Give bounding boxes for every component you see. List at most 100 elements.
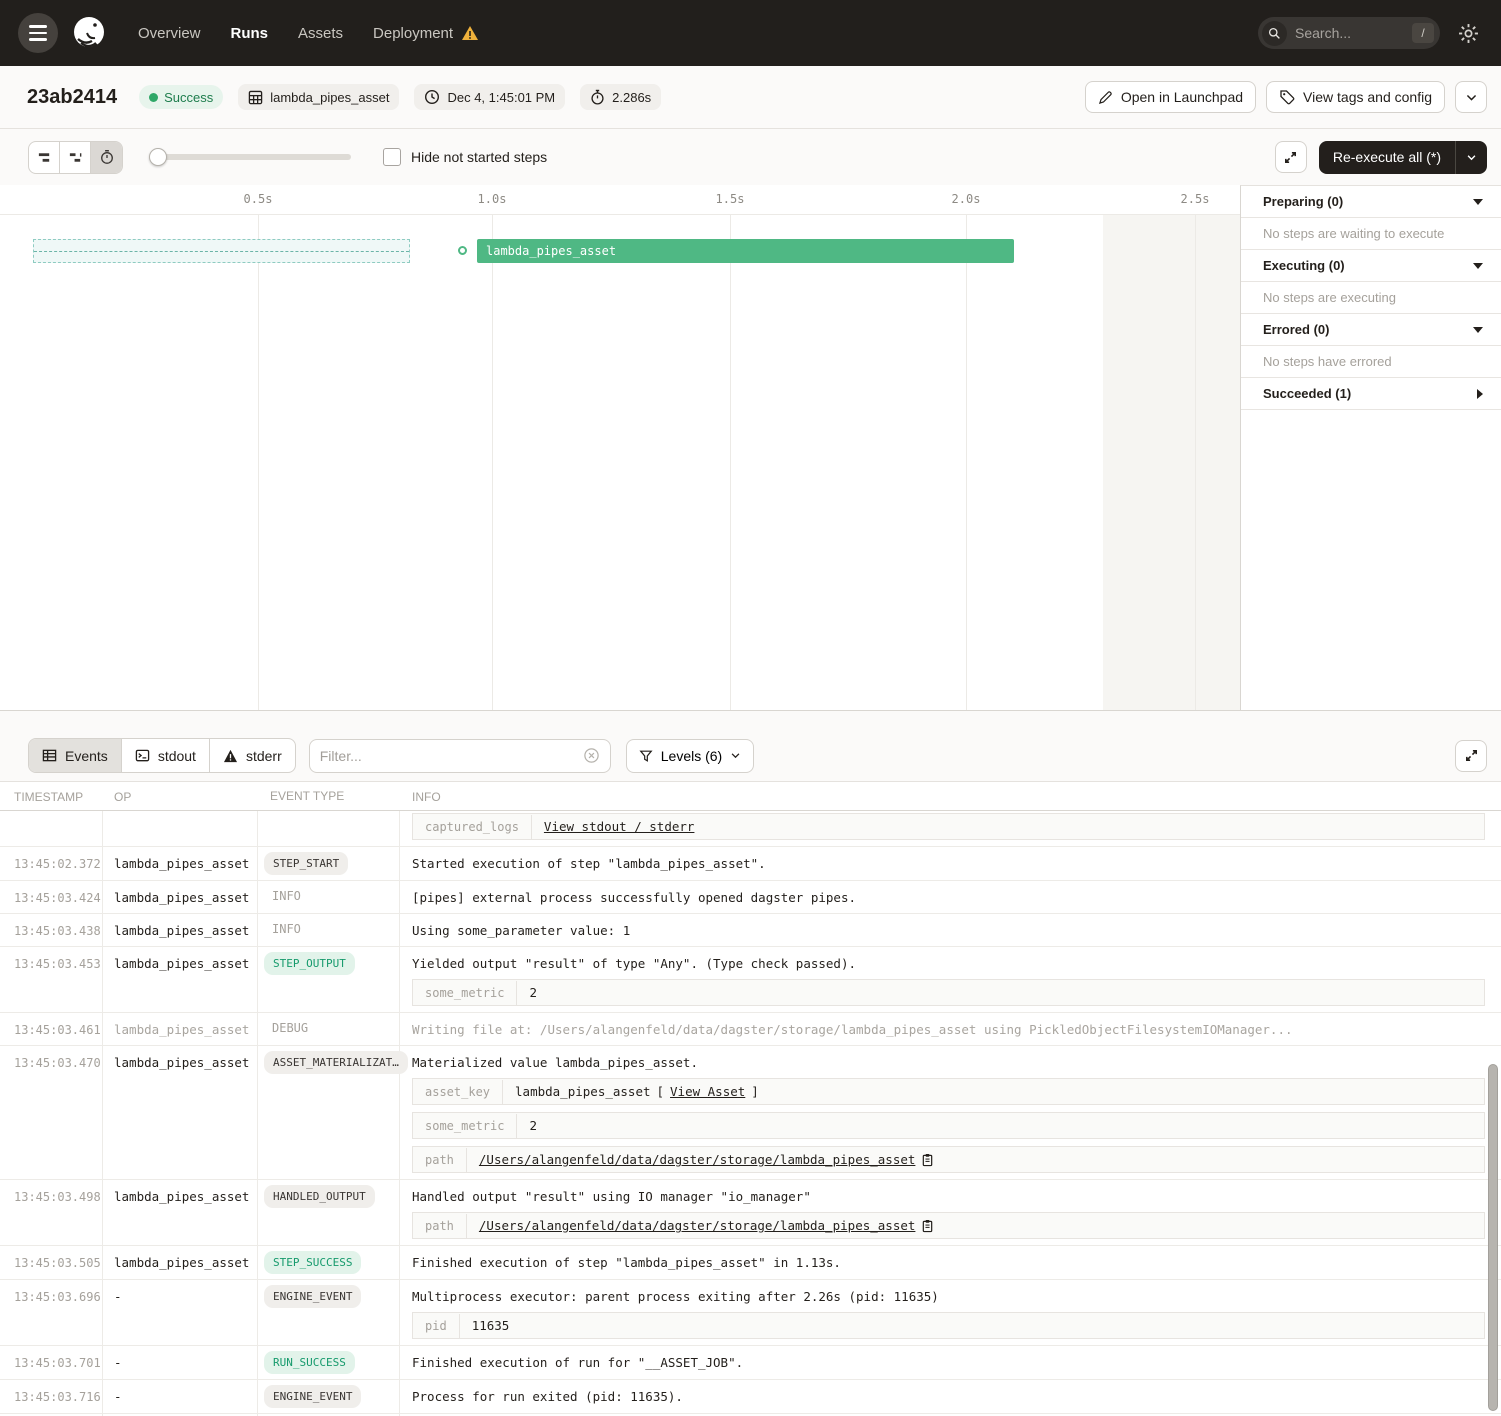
tab-stderr[interactable]: stderr — [210, 739, 295, 772]
search-input[interactable] — [1287, 25, 1412, 41]
gantt-chart[interactable]: lambda_pipes_asset — [0, 215, 1240, 710]
col-header-info: INFO — [400, 782, 1501, 810]
tick-label: 2.5s — [1181, 192, 1210, 206]
log-filter-field[interactable] — [309, 739, 611, 773]
gear-icon[interactable] — [1458, 23, 1479, 44]
levels-filter-button[interactable]: Levels (6) — [626, 739, 754, 773]
run-header-actions: Open in Launchpad View tags and config — [1085, 81, 1487, 113]
hamburger-menu-button[interactable] — [18, 13, 58, 53]
nav-item-assets[interactable]: Assets — [298, 25, 343, 42]
copy-icon[interactable] — [921, 1219, 934, 1233]
event-type-badge: RUN_SUCCESS — [264, 1351, 355, 1374]
gantt-zoom-slider[interactable] — [151, 154, 351, 160]
path-link[interactable]: /Users/alangenfeld/data/dagster/storage/… — [479, 1152, 916, 1167]
log-fullscreen-button[interactable] — [1455, 740, 1487, 772]
reexecute-all-button[interactable]: Re-execute all (*) — [1319, 141, 1487, 174]
run-detail-page: Overview Runs Assets Deployment / — [0, 0, 1501, 1416]
caret-down-icon — [1473, 263, 1483, 269]
caret-right-icon — [1477, 389, 1483, 399]
log-row[interactable]: 13:45:03.461 lambda_pipes_asset DEBUG Wr… — [0, 1013, 1501, 1046]
view-mode-waterfall-button[interactable] — [60, 142, 91, 173]
view-asset-link[interactable]: View Asset — [670, 1084, 745, 1099]
step-marker-dot — [458, 246, 467, 255]
nav-links: Overview Runs Assets Deployment — [138, 25, 479, 42]
event-type-badge: HANDLED_OUTPUT — [264, 1185, 375, 1208]
event-type-label: INFO — [264, 886, 301, 903]
section-preparing[interactable]: Preparing (0) — [1241, 186, 1501, 218]
caret-down-icon — [1473, 327, 1483, 333]
log-row[interactable]: 13:45:03.453 lambda_pipes_asset STEP_OUT… — [0, 947, 1501, 1013]
col-header-event-type: EVENT TYPE — [258, 784, 400, 808]
view-mode-timed-button[interactable] — [91, 142, 122, 173]
gantt-toolbar-right: Re-execute all (*) — [1275, 141, 1487, 174]
gantt-after-run-region — [1103, 215, 1240, 710]
run-header: 23ab2414 Success lambda_pipes_asset Dec … — [0, 66, 1501, 129]
gridline — [258, 215, 259, 710]
gridline — [1195, 215, 1196, 710]
section-errored[interactable]: Errored (0) — [1241, 314, 1501, 346]
vertical-scrollbar[interactable] — [1488, 1064, 1498, 1411]
gantt-fullscreen-button[interactable] — [1275, 141, 1307, 173]
tag-icon — [1279, 89, 1295, 105]
dagster-logo-icon[interactable] — [68, 12, 110, 54]
tick-label: 2.0s — [952, 192, 981, 206]
funnel-icon — [639, 749, 653, 763]
log-row[interactable]: 13:45:02.372 lambda_pipes_asset STEP_STA… — [0, 847, 1501, 881]
step-status-panel: Preparing (0) No steps are waiting to ex… — [1240, 185, 1501, 710]
alert-triangle-icon — [223, 749, 238, 763]
hide-not-started-checkbox[interactable]: Hide not started steps — [383, 148, 547, 166]
open-in-launchpad-button[interactable]: Open in Launchpad — [1085, 81, 1256, 113]
expand-icon — [1464, 748, 1479, 763]
metadata-entry: asset_key lambda_pipes_asset [View Asset… — [412, 1078, 1485, 1105]
path-link[interactable]: /Users/alangenfeld/data/dagster/storage/… — [479, 1218, 916, 1233]
log-row[interactable]: 13:45:03.498 lambda_pipes_asset HANDLED_… — [0, 1180, 1501, 1246]
run-header-more-button[interactable] — [1455, 81, 1487, 113]
warning-icon — [461, 25, 479, 41]
nav-item-overview[interactable]: Overview — [138, 25, 201, 42]
chevron-down-icon — [730, 750, 741, 761]
tick-label: 1.0s — [478, 192, 507, 206]
log-row[interactable]: 13:45:03.438 lambda_pipes_asset INFO Usi… — [0, 914, 1501, 947]
global-search[interactable]: / — [1258, 17, 1440, 49]
view-logs-link[interactable]: View stdout / stderr — [544, 819, 695, 834]
event-type-badge: ASSET_MATERIALIZAT… — [264, 1051, 408, 1074]
copy-icon[interactable] — [921, 1153, 934, 1167]
tab-events[interactable]: Events — [29, 739, 122, 772]
log-row[interactable]: 13:45:03.716 - ENGINE_EVENT Process for … — [0, 1380, 1501, 1414]
event-log-section: Events stdout stderr — [0, 710, 1501, 1416]
step-waiting-box — [33, 239, 410, 263]
run-id: 23ab2414 — [27, 86, 117, 109]
slider-knob[interactable] — [149, 148, 167, 166]
log-row[interactable]: 13:45:03.470 lambda_pipes_asset ASSET_MA… — [0, 1046, 1501, 1180]
log-row[interactable]: 13:45:03.696 - ENGINE_EVENT Multiprocess… — [0, 1280, 1501, 1346]
gantt-section: Hide not started steps Re-execute all (*… — [0, 129, 1501, 710]
gantt-timeline: 0.5s 1.0s 1.5s 2.0s 2.5s — [0, 185, 1240, 215]
log-row[interactable]: captured_logs View stdout / stderr — [0, 811, 1501, 847]
reexecute-dropdown-button[interactable] — [1455, 141, 1487, 174]
run-datetime-tag: Dec 4, 1:45:01 PM — [414, 84, 565, 110]
tick-label: 1.5s — [716, 192, 745, 206]
log-row[interactable]: 13:45:03.701 - RUN_SUCCESS Finished exec… — [0, 1346, 1501, 1380]
nav-item-runs[interactable]: Runs — [231, 25, 269, 42]
gantt-step-bar[interactable]: lambda_pipes_asset — [477, 239, 1014, 263]
top-nav: Overview Runs Assets Deployment / — [0, 0, 1501, 66]
section-errored-empty: No steps have errored — [1241, 346, 1501, 378]
log-row[interactable]: 13:45:03.424 lambda_pipes_asset INFO [pi… — [0, 881, 1501, 914]
job-tag[interactable]: lambda_pipes_asset — [238, 84, 399, 110]
event-type-badge: STEP_START — [264, 852, 348, 875]
log-row[interactable]: 13:45:03.505 lambda_pipes_asset STEP_SUC… — [0, 1246, 1501, 1280]
stopwatch-icon — [590, 89, 605, 105]
chevron-down-icon — [1465, 91, 1478, 104]
nav-item-deployment[interactable]: Deployment — [373, 25, 479, 42]
checkbox-icon[interactable] — [383, 148, 401, 166]
event-type-badge: STEP_OUTPUT — [264, 952, 355, 975]
section-succeeded[interactable]: Succeeded (1) — [1241, 378, 1501, 410]
clear-filter-icon[interactable] — [583, 747, 600, 764]
view-mode-flat-button[interactable] — [29, 142, 60, 173]
log-filter-input[interactable] — [320, 748, 583, 764]
col-header-timestamp: TIMESTAMP — [0, 782, 103, 810]
section-executing[interactable]: Executing (0) — [1241, 250, 1501, 282]
gridline — [492, 215, 493, 710]
tab-stdout[interactable]: stdout — [122, 739, 210, 772]
view-tags-config-button[interactable]: View tags and config — [1266, 81, 1445, 113]
